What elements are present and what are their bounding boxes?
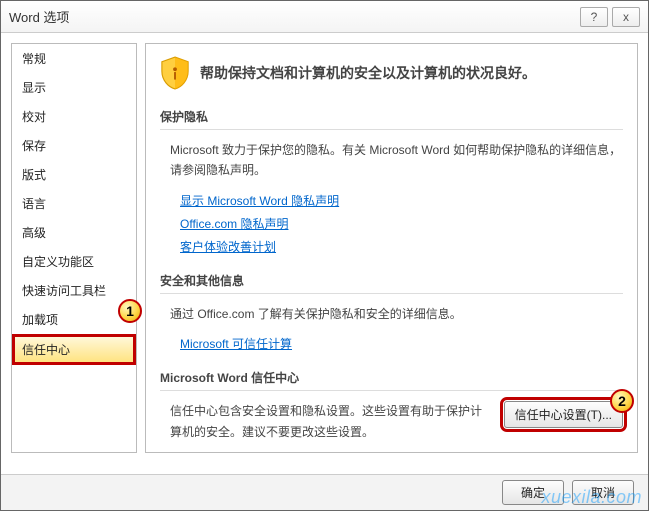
sidebar-item-0[interactable]: 常规 — [12, 44, 136, 73]
divider — [160, 293, 623, 294]
sidebar-item-8[interactable]: 快速访问工具栏 — [12, 276, 136, 305]
link-office-privacy[interactable]: Office.com 隐私声明 — [180, 215, 288, 232]
sidebar-item-1[interactable]: 显示 — [12, 73, 136, 102]
sidebar-item-2[interactable]: 校对 — [12, 102, 136, 131]
sidebar-item-10[interactable]: 信任中心 — [12, 334, 136, 365]
link-trustworthy-computing[interactable]: Microsoft 可信任计算 — [180, 335, 292, 352]
annotation-marker-2: 2 — [610, 389, 634, 413]
link-ceip[interactable]: 客户体验改善计划 — [180, 238, 276, 255]
dialog-footer: 确定 取消 — [1, 474, 648, 510]
security-links: Microsoft 可信任计算 — [180, 332, 623, 355]
divider — [160, 390, 623, 391]
hero: 帮助保持文档和计算机的安全以及计算机的状况良好。 — [160, 56, 623, 90]
sidebar-item-7[interactable]: 自定义功能区 — [12, 247, 136, 276]
divider — [160, 129, 623, 130]
privacy-links: 显示 Microsoft Word 隐私声明 Office.com 隐私声明 客… — [180, 189, 623, 258]
cancel-button[interactable]: 取消 — [572, 480, 634, 505]
ok-button[interactable]: 确定 — [502, 480, 564, 505]
sidebar-item-3[interactable]: 保存 — [12, 131, 136, 160]
close-button[interactable]: x — [612, 7, 640, 27]
content-panel: 帮助保持文档和计算机的安全以及计算机的状况良好。 保护隐私 Microsoft … — [145, 43, 638, 453]
security-text: 通过 Office.com 了解有关保护隐私和安全的详细信息。 — [170, 304, 623, 324]
shield-icon — [160, 56, 190, 90]
titlebar: Word 选项 ? x — [1, 1, 648, 33]
trust-heading: Microsoft Word 信任中心 — [160, 369, 623, 386]
privacy-heading: 保护隐私 — [160, 108, 623, 125]
category-sidebar: 常规显示校对保存版式语言高级自定义功能区快速访问工具栏加载项信任中心 — [11, 43, 137, 453]
dialog-body: 常规显示校对保存版式语言高级自定义功能区快速访问工具栏加载项信任中心 帮助保持文… — [1, 33, 648, 463]
trust-text: 信任中心包含安全设置和隐私设置。这些设置有助于保护计算机的安全。建议不要更改这些… — [170, 401, 494, 442]
sidebar-item-6[interactable]: 高级 — [12, 218, 136, 247]
annotation-marker-1: 1 — [118, 299, 142, 323]
dialog-title: Word 选项 — [9, 7, 576, 26]
options-dialog: Word 选项 ? x 常规显示校对保存版式语言高级自定义功能区快速访问工具栏加… — [0, 0, 649, 511]
help-button[interactable]: ? — [580, 7, 608, 27]
hero-text: 帮助保持文档和计算机的安全以及计算机的状况良好。 — [200, 63, 536, 83]
link-word-privacy[interactable]: 显示 Microsoft Word 隐私声明 — [180, 192, 339, 209]
privacy-text: Microsoft 致力于保护您的隐私。有关 Microsoft Word 如何… — [170, 140, 623, 181]
trust-row: 信任中心包含安全设置和隐私设置。这些设置有助于保护计算机的安全。建议不要更改这些… — [170, 401, 623, 442]
trust-center-settings-button[interactable]: 信任中心设置(T)... — [504, 401, 623, 428]
security-heading: 安全和其他信息 — [160, 272, 623, 289]
sidebar-item-5[interactable]: 语言 — [12, 189, 136, 218]
sidebar-item-4[interactable]: 版式 — [12, 160, 136, 189]
